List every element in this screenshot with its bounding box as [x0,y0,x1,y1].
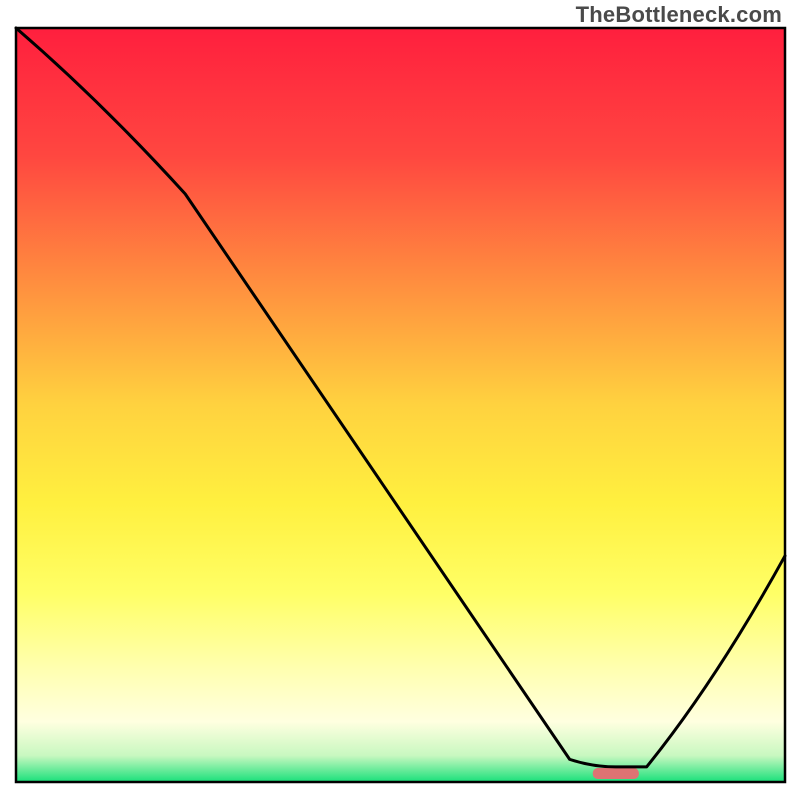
chart-stage: TheBottleneck.com [0,0,800,800]
chart-background [16,28,785,782]
watermark-text: TheBottleneck.com [576,2,782,28]
optimal-marker [593,768,639,779]
bottleneck-chart [0,0,800,800]
